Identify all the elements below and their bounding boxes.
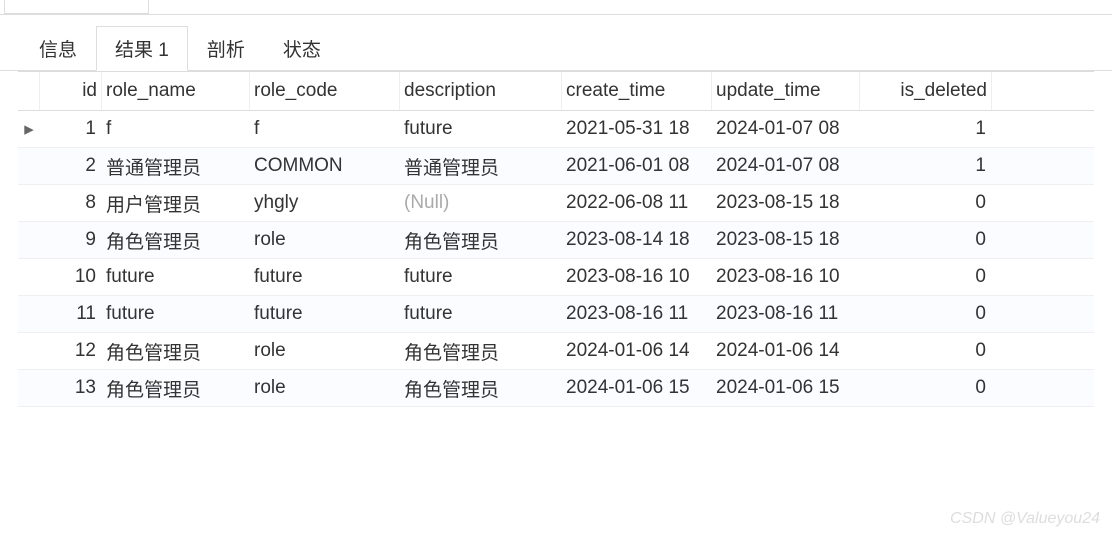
row-marker — [18, 198, 40, 208]
cell-create-time[interactable]: 2022-06-08 11 — [562, 187, 712, 219]
cell-is-deleted[interactable]: 0 — [860, 187, 992, 219]
header-marker — [18, 72, 40, 110]
cell-is-deleted[interactable]: 0 — [860, 224, 992, 256]
cell-description[interactable]: 角色管理员 — [400, 222, 562, 259]
cell-update-time[interactable]: 2023-08-16 10 — [712, 261, 860, 293]
cell-role-name[interactable]: 角色管理员 — [102, 222, 250, 259]
result-grid: id role_name role_code description creat… — [18, 71, 1094, 407]
table-row[interactable]: 2普通管理员COMMON普通管理员2021-06-01 082024-01-07… — [18, 148, 1094, 185]
cell-role-code[interactable]: future — [250, 261, 400, 293]
cell-create-time[interactable]: 2023-08-16 10 — [562, 261, 712, 293]
cell-description[interactable]: 角色管理员 — [400, 370, 562, 407]
row-marker — [18, 235, 40, 245]
grid-header: id role_name role_code description creat… — [18, 71, 1094, 111]
header-update-time[interactable]: update_time — [712, 72, 860, 110]
tab-status[interactable]: 状态 — [264, 26, 340, 71]
row-marker — [18, 383, 40, 393]
cell-role-name[interactable]: f — [102, 113, 250, 145]
cell-update-time[interactable]: 2024-01-06 14 — [712, 335, 860, 367]
cell-is-deleted[interactable]: 0 — [860, 372, 992, 404]
cell-id[interactable]: 11 — [40, 298, 102, 330]
header-role-code[interactable]: role_code — [250, 72, 400, 110]
cell-create-time[interactable]: 2024-01-06 15 — [562, 372, 712, 404]
cell-id[interactable]: 2 — [40, 150, 102, 182]
table-row[interactable]: ▸1fffuture2021-05-31 182024-01-07 081 — [18, 111, 1094, 148]
cell-is-deleted[interactable]: 0 — [860, 298, 992, 330]
cell-description[interactable]: (Null) — [400, 187, 562, 219]
cell-update-time[interactable]: 2023-08-16 11 — [712, 298, 860, 330]
header-is-deleted[interactable]: is_deleted — [860, 72, 992, 110]
cell-role-name[interactable]: future — [102, 298, 250, 330]
cell-create-time[interactable]: 2021-06-01 08 — [562, 150, 712, 182]
cell-role-code[interactable]: yhgly — [250, 187, 400, 219]
cell-description[interactable]: 普通管理员 — [400, 148, 562, 185]
cell-update-time[interactable]: 2024-01-06 15 — [712, 372, 860, 404]
cell-role-code[interactable]: role — [250, 335, 400, 367]
tab-info[interactable]: 信息 — [20, 26, 96, 71]
cell-create-time[interactable]: 2023-08-14 18 — [562, 224, 712, 256]
cell-description[interactable]: future — [400, 261, 562, 293]
header-role-name[interactable]: role_name — [102, 72, 250, 110]
table-row[interactable]: 11futurefuturefuture2023-08-16 112023-08… — [18, 296, 1094, 333]
cell-update-time[interactable]: 2023-08-15 18 — [712, 224, 860, 256]
cell-is-deleted[interactable]: 0 — [860, 261, 992, 293]
tab-profile[interactable]: 剖析 — [188, 26, 264, 71]
row-marker — [18, 272, 40, 282]
cell-create-time[interactable]: 2024-01-06 14 — [562, 335, 712, 367]
watermark: CSDN @Valueyou24 — [950, 510, 1100, 528]
cell-is-deleted[interactable]: 1 — [860, 113, 992, 145]
header-create-time[interactable]: create_time — [562, 72, 712, 110]
cell-update-time[interactable]: 2023-08-15 18 — [712, 187, 860, 219]
cell-description[interactable]: future — [400, 113, 562, 145]
result-tabs: 信息 结果 1 剖析 状态 — [0, 25, 1112, 71]
cell-id[interactable]: 8 — [40, 187, 102, 219]
cell-create-time[interactable]: 2023-08-16 11 — [562, 298, 712, 330]
cell-role-name[interactable]: 角色管理员 — [102, 333, 250, 370]
cell-update-time[interactable]: 2024-01-07 08 — [712, 150, 860, 182]
cell-role-code[interactable]: f — [250, 113, 400, 145]
cell-role-code[interactable]: role — [250, 224, 400, 256]
cell-id[interactable]: 9 — [40, 224, 102, 256]
cell-role-name[interactable]: 用户管理员 — [102, 185, 250, 222]
cell-role-code[interactable]: role — [250, 372, 400, 404]
cell-id[interactable]: 10 — [40, 261, 102, 293]
cell-description[interactable]: future — [400, 298, 562, 330]
header-description[interactable]: description — [400, 72, 562, 110]
row-marker: ▸ — [18, 113, 40, 146]
cell-is-deleted[interactable]: 0 — [860, 335, 992, 367]
cell-role-name[interactable]: 普通管理员 — [102, 148, 250, 185]
cell-id[interactable]: 1 — [40, 113, 102, 145]
table-row[interactable]: 9角色管理员role角色管理员2023-08-14 182023-08-15 1… — [18, 222, 1094, 259]
cell-is-deleted[interactable]: 1 — [860, 150, 992, 182]
row-marker — [18, 309, 40, 319]
tab-result-1[interactable]: 结果 1 — [96, 26, 188, 71]
table-row[interactable]: 13角色管理员role角色管理员2024-01-06 152024-01-06 … — [18, 370, 1094, 407]
cell-role-name[interactable]: future — [102, 261, 250, 293]
table-row[interactable]: 12角色管理员role角色管理员2024-01-06 142024-01-06 … — [18, 333, 1094, 370]
grid-body: ▸1fffuture2021-05-31 182024-01-07 0812普通… — [18, 111, 1094, 407]
cell-role-code[interactable]: COMMON — [250, 150, 400, 182]
top-bar-box — [4, 0, 149, 14]
row-marker — [18, 161, 40, 171]
cell-id[interactable]: 12 — [40, 335, 102, 367]
cell-id[interactable]: 13 — [40, 372, 102, 404]
table-row[interactable]: 10futurefuturefuture2023-08-16 102023-08… — [18, 259, 1094, 296]
cell-role-name[interactable]: 角色管理员 — [102, 370, 250, 407]
table-row[interactable]: 8用户管理员yhgly(Null)2022-06-08 112023-08-15… — [18, 185, 1094, 222]
cell-description[interactable]: 角色管理员 — [400, 333, 562, 370]
header-id[interactable]: id — [40, 72, 102, 110]
cell-update-time[interactable]: 2024-01-07 08 — [712, 113, 860, 145]
top-bar — [0, 0, 1112, 15]
cell-create-time[interactable]: 2021-05-31 18 — [562, 113, 712, 145]
row-marker — [18, 346, 40, 356]
cell-role-code[interactable]: future — [250, 298, 400, 330]
